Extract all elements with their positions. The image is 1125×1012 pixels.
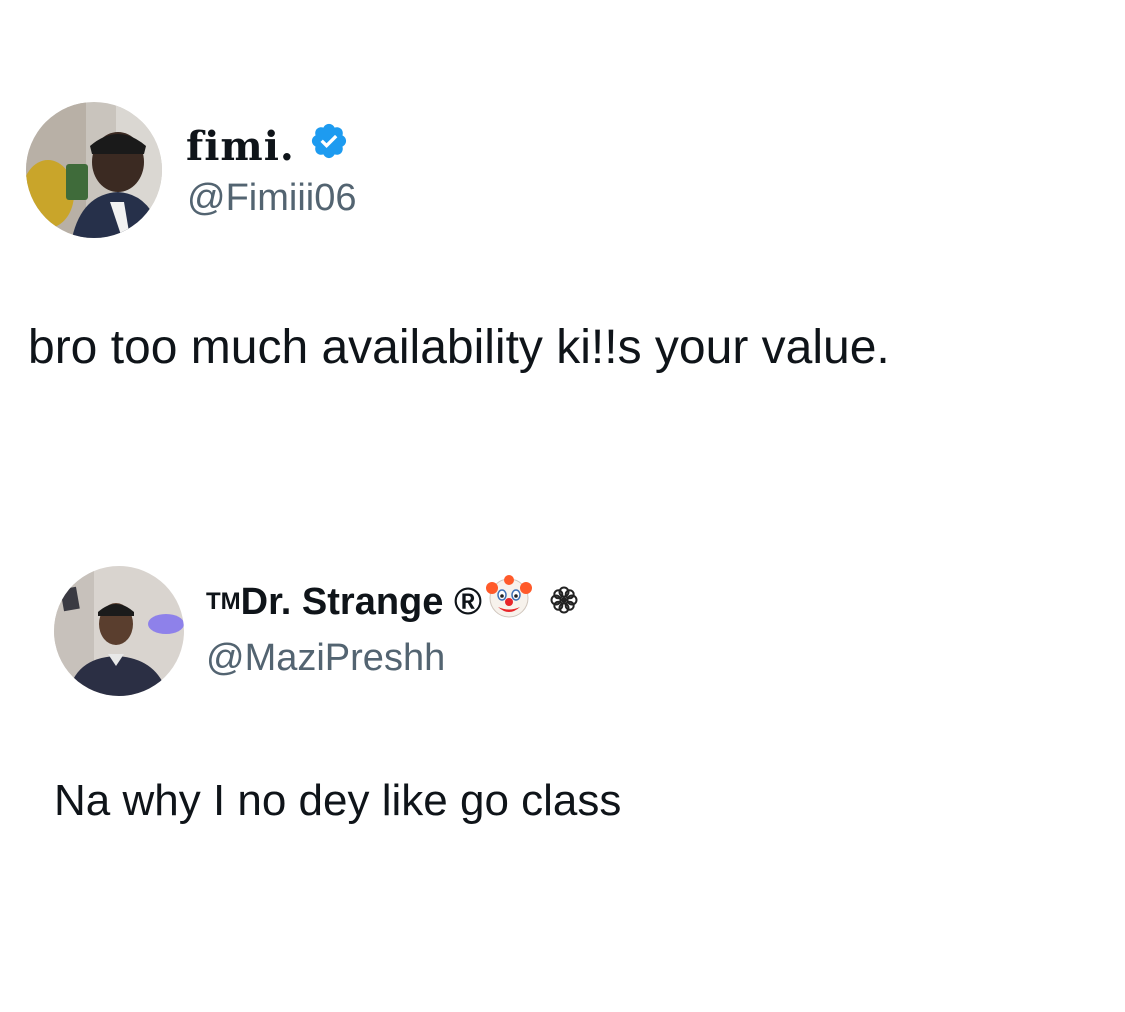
profile-photo	[26, 102, 162, 238]
display-name[interactable]: fimi.	[186, 118, 349, 174]
display-name-text: fimi.	[186, 122, 295, 170]
user-handle[interactable]: @Fimiii06	[187, 177, 356, 220]
tweet-text: bro too much availability ki!!s your val…	[28, 321, 890, 374]
display-name[interactable]: TM Dr. Strange ®	[206, 574, 578, 630]
tweet-text: Na why I no dey like go class	[54, 776, 622, 825]
user-handle[interactable]: @MaziPreshh	[206, 637, 445, 680]
verified-badge-icon	[309, 121, 349, 171]
trademark-prefix: TM	[206, 588, 241, 615]
display-name-text: Dr. Strange ®	[240, 580, 482, 623]
flower-icon	[550, 581, 578, 624]
tweet-2[interactable]: TM Dr. Strange ® @MaziPreshh Na why I no…	[0, 470, 1125, 1012]
clown-face-emoji-icon	[485, 574, 532, 630]
tweet-1[interactable]: fimi. @Fimiii06 bro too much availabilit…	[0, 0, 1125, 470]
profile-photo	[54, 566, 184, 696]
avatar[interactable]	[26, 102, 162, 238]
avatar[interactable]	[54, 566, 184, 696]
